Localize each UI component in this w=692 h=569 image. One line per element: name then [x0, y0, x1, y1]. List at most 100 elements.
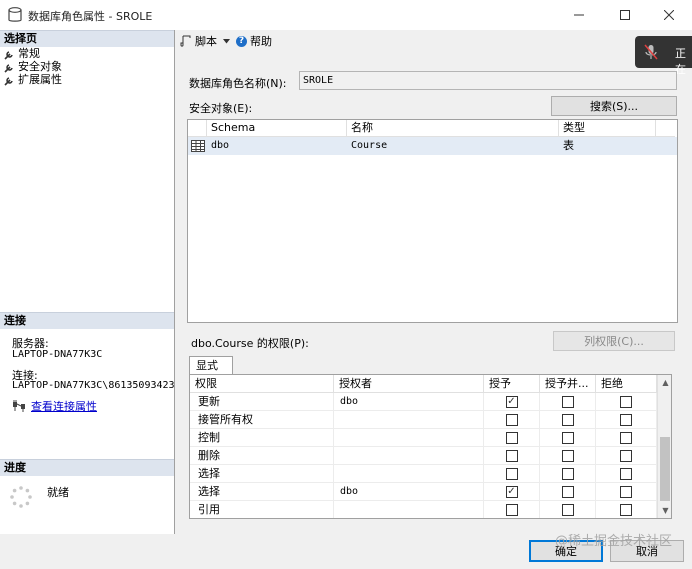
cell-deny [596, 447, 657, 465]
nav-item-general[interactable]: 常规 [4, 47, 40, 61]
table-row[interactable]: 删除 [190, 447, 657, 465]
wrench-icon [4, 76, 13, 86]
deny-checkbox[interactable] [620, 486, 632, 498]
cell-permission: 引用 [190, 501, 334, 518]
column-header-grant[interactable]: 授予 [484, 375, 540, 393]
view-connection-properties-link[interactable]: 查看连接属性 [12, 398, 97, 414]
grant-checkbox[interactable]: ✓ [505, 396, 518, 408]
deny-checkbox[interactable] [620, 396, 632, 408]
with-grant-checkbox[interactable] [561, 504, 574, 516]
with-grant-checkbox[interactable] [561, 414, 574, 426]
grant-checkbox[interactable] [505, 414, 518, 426]
cell-permission: 选择 [190, 465, 334, 483]
column-header-with-grant[interactable]: 授予并... [540, 375, 596, 393]
securables-grid-header: Schema 名称 类型 [188, 120, 675, 137]
column-header-permission[interactable]: 权限 [190, 375, 334, 393]
table-row[interactable]: 接管所有权 [190, 411, 657, 429]
scroll-down-icon[interactable]: ▼ [658, 503, 671, 518]
cell-with-grant [540, 429, 596, 447]
table-row[interactable]: 引用 [190, 501, 657, 518]
connection-header: 连接 [0, 312, 174, 329]
nav-item-securables[interactable]: 安全对象 [4, 60, 62, 74]
securables-grid: Schema 名称 类型 dbo Course 表 [187, 119, 678, 323]
cell-grantor [334, 447, 484, 465]
deny-checkbox[interactable] [620, 450, 632, 462]
scroll-up-icon[interactable]: ▲ [658, 375, 671, 390]
with-grant-checkbox[interactable] [561, 468, 574, 480]
column-header-grantor[interactable]: 授权者 [334, 375, 484, 393]
select-page-header: 选择页 [0, 30, 174, 47]
script-icon [180, 35, 191, 47]
help-button[interactable]: ? 帮助 [236, 33, 272, 49]
table-row[interactable]: 选择 [190, 465, 657, 483]
nav-item-label: 安全对象 [18, 60, 62, 73]
check-mark-icon: ✓ [507, 396, 516, 407]
search-button[interactable]: 搜索(S)... [551, 96, 677, 116]
server-value: LAPTOP-DNA77K3C [12, 349, 103, 360]
table-row[interactable]: 控制 [190, 429, 657, 447]
deny-checkbox[interactable] [620, 468, 632, 480]
role-name-label: 数据库角色名称(N): [189, 77, 287, 90]
cell-deny [596, 393, 657, 411]
cell-grantor [334, 429, 484, 447]
column-header-name[interactable]: 名称 [347, 120, 559, 137]
deny-checkbox[interactable] [620, 432, 632, 444]
permissions-scrollbar[interactable]: ▲ ▼ [657, 375, 671, 518]
wrench-icon [4, 50, 13, 60]
permissions-grid-header: 权限 授权者 授予 授予并... 拒绝 [190, 375, 657, 393]
cell-schema: dbo [211, 140, 230, 151]
minimize-button[interactable] [556, 0, 602, 30]
help-label: 帮助 [250, 35, 272, 48]
grant-checkbox[interactable] [505, 432, 518, 444]
grant-checkbox[interactable]: ✓ [505, 486, 518, 498]
scrollbar-thumb[interactable] [660, 437, 670, 501]
with-grant-checkbox[interactable] [561, 432, 574, 444]
cell-permission: 接管所有权 [190, 411, 334, 429]
grant-checkbox[interactable] [505, 468, 518, 480]
nav-item-extended-properties[interactable]: 扩展属性 [4, 73, 62, 87]
close-button[interactable] [646, 0, 692, 30]
script-button[interactable]: 脚本 [180, 33, 230, 49]
column-permissions-button[interactable]: 列权限(C)... [553, 331, 675, 351]
tab-explicit[interactable]: 显式 [189, 356, 233, 375]
cell-grantor [334, 411, 484, 429]
table-icon [191, 140, 205, 152]
progress-status: 就绪 [47, 486, 69, 499]
view-connection-properties-label: 查看连接属性 [31, 400, 97, 413]
with-grant-checkbox[interactable] [561, 396, 574, 408]
toolbar: 脚本 ? 帮助 [176, 30, 692, 52]
with-grant-checkbox[interactable] [561, 450, 574, 462]
securables-label: 安全对象(E): [189, 102, 253, 115]
with-grant-checkbox[interactable] [561, 486, 574, 498]
table-row[interactable]: 更新 dbo ✓ [190, 393, 657, 411]
watermark: @稀土掘金技术社区 [555, 534, 673, 549]
cell-grant [484, 411, 540, 429]
cell-grantor [334, 465, 484, 483]
cell-with-grant [540, 465, 596, 483]
deny-checkbox[interactable] [620, 504, 632, 516]
permissions-grid: 权限 授权者 授予 授予并... 拒绝 更新 dbo ✓ 接管所有权 控制 删除 选择 选择 d… [189, 374, 672, 519]
cell-grantor: dbo [334, 393, 484, 411]
column-header-type[interactable]: 类型 [559, 120, 656, 137]
recording-overlay[interactable]: 正在 [635, 36, 692, 76]
microphone-muted-icon [644, 44, 658, 60]
deny-checkbox[interactable] [620, 414, 632, 426]
column-header-deny[interactable]: 拒绝 [596, 375, 657, 393]
cell-grant: ✓ [484, 393, 540, 411]
maximize-button[interactable] [602, 0, 648, 30]
cell-deny [596, 429, 657, 447]
check-mark-icon: ✓ [507, 486, 516, 497]
role-name-field[interactable]: SROLE [299, 71, 677, 90]
cell-grant [484, 501, 540, 518]
table-row[interactable]: dbo Course 表 [188, 137, 677, 155]
grant-checkbox[interactable] [505, 504, 518, 516]
nav-item-label: 扩展属性 [18, 73, 62, 86]
help-icon: ? [236, 35, 247, 47]
cell-deny [596, 465, 657, 483]
column-header-schema[interactable]: Schema [207, 120, 347, 137]
cell-grant [484, 429, 540, 447]
cell-permission: 控制 [190, 429, 334, 447]
table-row[interactable]: 选择 dbo ✓ [190, 483, 657, 501]
grant-checkbox[interactable] [505, 450, 518, 462]
connection-value: LAPTOP-DNA77K3C\86135093423 [12, 380, 175, 391]
